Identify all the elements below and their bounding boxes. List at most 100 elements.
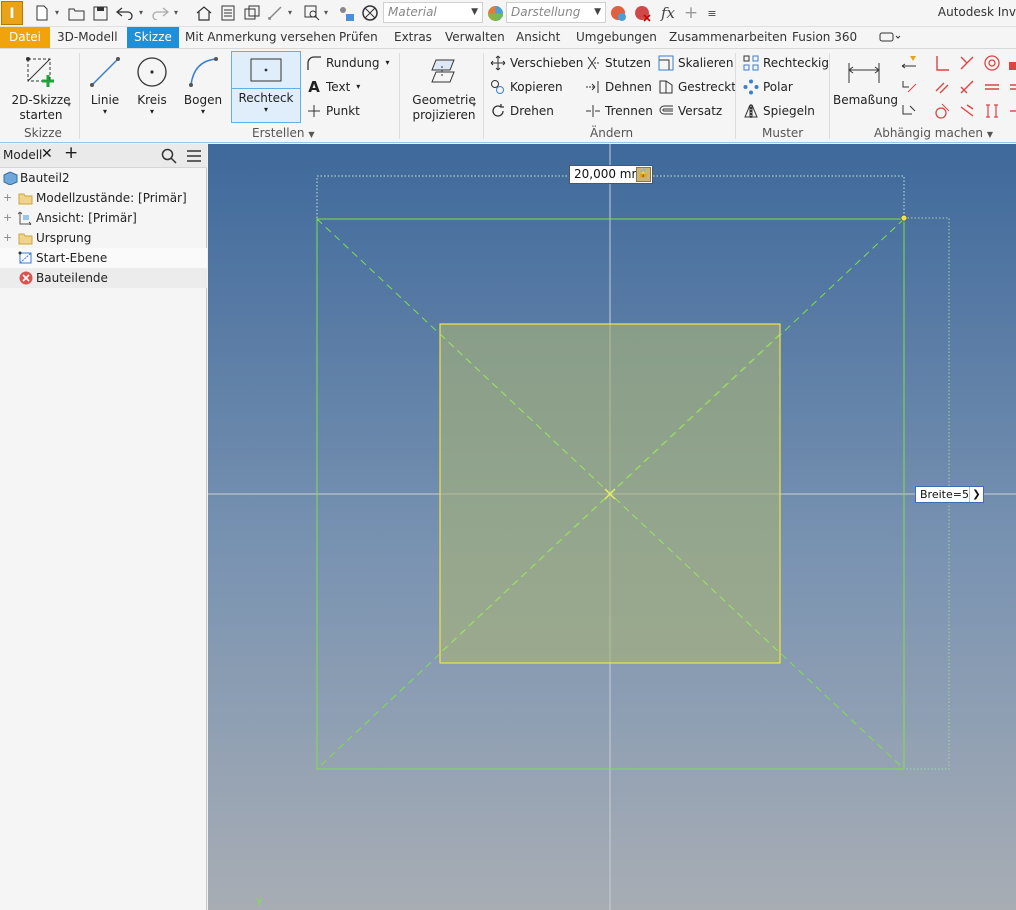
new-file-icon[interactable] — [32, 3, 52, 23]
fillet-button[interactable]: Rundung ▾ — [305, 53, 389, 73]
equal-constraint-icon[interactable] — [1005, 77, 1016, 97]
open-folder-icon[interactable] — [66, 3, 86, 23]
expand-icon[interactable]: + — [3, 212, 12, 223]
measure-icon[interactable] — [265, 3, 285, 23]
arc-button[interactable]: Bogen ▾ — [181, 51, 225, 116]
expand-icon[interactable]: + — [3, 232, 12, 243]
tree-item-ursprung[interactable]: + Ursprung — [0, 228, 207, 248]
tab-pruefen[interactable]: Prüfen — [339, 27, 378, 48]
tree-item-start-ebene[interactable]: Start-Ebene — [0, 248, 207, 268]
line-button[interactable]: Linie ▾ — [84, 51, 126, 116]
new-dropdown-icon[interactable]: ▾ — [55, 9, 63, 17]
move-button[interactable]: Verschieben — [489, 53, 583, 73]
parameters-icon[interactable] — [336, 3, 356, 23]
appearance-combo[interactable]: Darstellung ▼ — [506, 2, 606, 23]
geometry-dropdown-icon[interactable]: ▾ — [472, 101, 480, 109]
tab-datei[interactable]: Datei — [0, 27, 51, 48]
undo-icon[interactable] — [115, 3, 135, 23]
graphics-canvas[interactable]: 20,000 mm 🔒 Breite=5 ❯ Y — [208, 144, 1016, 910]
tree-item-ansicht[interactable]: + Ansicht: [Primär] — [0, 208, 207, 228]
parallel-constraint-icon[interactable] — [932, 77, 952, 97]
extend-button[interactable]: Dehnen — [584, 77, 652, 97]
dimension-input[interactable]: 20,000 mm 🔒 — [569, 165, 653, 184]
symmetric-constraint-icon[interactable] — [982, 101, 1002, 121]
circle-button[interactable]: Kreis ▾ — [131, 51, 173, 116]
redo-icon[interactable] — [150, 3, 170, 23]
tab-3d-modell[interactable]: 3D-Modell — [57, 27, 118, 48]
tab-umgebungen[interactable]: Umgebungen — [576, 27, 657, 48]
menu-icon[interactable] — [186, 148, 202, 167]
coincident-constraint-icon[interactable] — [957, 53, 977, 73]
constraint-persistence-icon[interactable] — [899, 101, 919, 121]
constraint-inference-icon[interactable] — [899, 77, 919, 97]
auto-dimension-icon[interactable] — [899, 53, 919, 73]
zoom-dropdown-icon[interactable]: ▾ — [324, 9, 332, 17]
undo-dropdown-icon[interactable]: ▾ — [139, 9, 147, 17]
dimension-button[interactable]: Bemaßung — [833, 51, 898, 108]
zoom-window-icon[interactable] — [302, 3, 322, 23]
expand-icon[interactable]: + — [3, 192, 12, 203]
tab-skizze[interactable]: Skizze — [127, 27, 179, 48]
project-geometry-button[interactable]: Geometrie projizieren — [410, 51, 478, 123]
home-icon[interactable] — [194, 3, 214, 23]
rotate-button[interactable]: Drehen — [489, 101, 554, 121]
rectangle-button[interactable]: Rechteck ▾ — [231, 51, 301, 123]
concentric-constraint-icon[interactable] — [982, 53, 1002, 73]
chevron-down-icon[interactable]: ▼ — [308, 130, 314, 139]
vertical-constraint-icon[interactable] — [1005, 101, 1016, 121]
text-button[interactable]: A Text ▾ — [305, 77, 360, 97]
search-icon[interactable] — [161, 148, 177, 167]
trim-button[interactable]: Stutzen — [584, 53, 651, 73]
measure-dropdown-icon[interactable]: ▾ — [288, 9, 296, 17]
scale-button[interactable]: Skalieren — [657, 53, 733, 73]
perpendicular-constraint-icon[interactable] — [932, 53, 952, 73]
corner-point-handle[interactable] — [900, 214, 908, 222]
save-icon[interactable] — [90, 3, 110, 23]
tab-mit-anmerkung-versehen[interactable]: Mit Anmerkung versehen — [185, 27, 336, 48]
fx-icon[interactable]: fx — [658, 3, 678, 23]
add-icon[interactable]: + — [681, 3, 701, 23]
rectangular-pattern-button[interactable]: Rechteckig — [742, 53, 829, 73]
sketch-svg[interactable] — [208, 144, 1016, 910]
tree-item-modellzustaende[interactable]: + Modellzustände: [Primär] — [0, 188, 207, 208]
horizontal-constraint-icon[interactable] — [982, 77, 1002, 97]
tree-item-bauteil2[interactable]: Bauteil2 — [0, 168, 207, 188]
tree-item-bauteilende[interactable]: Bauteilende — [0, 268, 207, 288]
chevron-right-icon[interactable]: ❯ — [969, 487, 983, 502]
start-2d-sketch-button[interactable]: 2D-Skizze starten — [8, 51, 74, 123]
width-input[interactable]: Breite=5 ❯ — [915, 486, 984, 503]
ribbon-toggle-icon[interactable] — [879, 30, 901, 45]
mirror-button[interactable]: Spiegeln — [742, 101, 815, 121]
point-button[interactable]: Punkt — [305, 101, 360, 121]
render-icon[interactable] — [360, 3, 380, 23]
browser-tab-modell[interactable]: Modell — [3, 148, 42, 162]
add-tab-icon[interactable]: + — [64, 145, 78, 162]
redo-dropdown-icon[interactable]: ▾ — [174, 9, 182, 17]
collinear-constraint-icon[interactable] — [957, 101, 977, 121]
chevron-down-icon[interactable]: ▼ — [987, 130, 993, 139]
split-button[interactable]: Trennen — [584, 101, 653, 121]
tab-extras[interactable]: Extras — [394, 27, 432, 48]
appearance-icon[interactable] — [485, 3, 505, 23]
tangent-constraint-icon[interactable] — [957, 77, 977, 97]
select-icon[interactable] — [242, 3, 262, 23]
lock-icon[interactable]: 🔒 — [636, 167, 651, 182]
tab-ansicht[interactable]: Ansicht — [516, 27, 560, 48]
tab-zusammenarbeiten[interactable]: Zusammenarbeiten — [669, 27, 787, 48]
smooth-constraint-icon[interactable] — [932, 101, 952, 121]
app-logo-icon[interactable]: I — [1, 1, 23, 25]
clear-appearance-icon[interactable] — [632, 3, 652, 23]
tab-verwalten[interactable]: Verwalten — [445, 27, 505, 48]
properties-icon[interactable] — [218, 3, 238, 23]
adjust-appearance-icon[interactable] — [608, 3, 628, 23]
tab-fusion-360[interactable]: Fusion 360 — [792, 27, 857, 48]
customize-icon[interactable]: ≡ — [702, 3, 722, 23]
close-icon[interactable]: ✕ — [41, 147, 53, 161]
polar-pattern-button[interactable]: Polar — [742, 77, 793, 97]
fix-constraint-icon[interactable] — [1005, 53, 1016, 73]
material-combo[interactable]: Material ▼ — [383, 2, 483, 23]
copy-button[interactable]: Kopieren — [489, 77, 563, 97]
stretch-button[interactable]: Gestreckt — [657, 77, 736, 97]
sketch-dropdown-icon[interactable]: ▾ — [67, 101, 75, 109]
offset-button[interactable]: Versatz — [657, 101, 722, 121]
